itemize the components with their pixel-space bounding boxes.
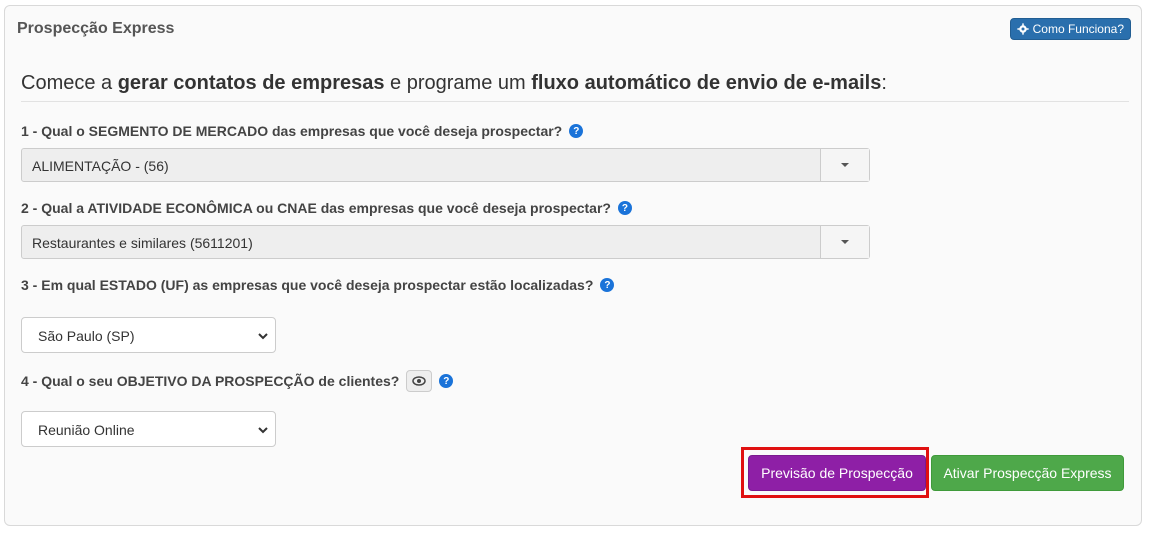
- question-3: 3 - Em qual ESTADO (UF) as empresas que …: [21, 277, 615, 293]
- segmento-combobox[interactable]: ALIMENTAÇÃO - (56): [21, 148, 870, 182]
- question-circle-icon[interactable]: ?: [617, 201, 632, 215]
- question-1-label: 1 - Qual o SEGMENTO DE MERCADO das empre…: [21, 123, 563, 139]
- question-2: 2 - Qual a ATIVIDADE ECONÔMICA ou CNAE d…: [21, 200, 632, 216]
- question-1: 1 - Qual o SEGMENTO DE MERCADO das empre…: [21, 123, 584, 139]
- ativar-prospeccao-button[interactable]: Ativar Prospecção Express: [931, 455, 1124, 491]
- question-3-label: 3 - Em qual ESTADO (UF) as empresas que …: [21, 277, 594, 293]
- previsao-prospeccao-button[interactable]: Previsão de Prospecção: [748, 455, 926, 491]
- atividade-dropdown-toggle[interactable]: [820, 226, 869, 258]
- intro-bold1: gerar contatos de empresas: [117, 72, 385, 94]
- eye-icon: [412, 376, 427, 386]
- panel-title: Prospecção Express: [17, 20, 175, 37]
- intro-part2: e programe um: [384, 72, 532, 94]
- caret-down-icon: [841, 240, 849, 244]
- gear-icon: [1016, 23, 1029, 35]
- intro-bold2: fluxo automático de envio de e-mails: [531, 72, 882, 94]
- chevron-down-icon: [258, 427, 268, 434]
- como-funciona-button[interactable]: Como Funciona?: [1009, 18, 1131, 40]
- objetivo-select[interactable]: Reunião Online: [21, 411, 276, 447]
- question-4-label: 4 - Qual o seu OBJETIVO DA PROSPECÇÃO de…: [21, 373, 400, 389]
- intro-part3: :: [881, 72, 887, 94]
- caret-down-icon: [841, 163, 849, 167]
- eye-preview-button[interactable]: [406, 370, 433, 392]
- estado-value: São Paulo (SP): [38, 328, 135, 344]
- atividade-value: Restaurantes e similares (5611201): [32, 235, 253, 251]
- question-4: 4 - Qual o seu OBJETIVO DA PROSPECÇÃO de…: [21, 370, 454, 392]
- question-circle-icon[interactable]: ?: [569, 124, 584, 138]
- intro-part1: Comece a: [21, 72, 118, 94]
- question-circle-icon[interactable]: ?: [439, 374, 454, 388]
- prospeccao-panel: Prospecção Express Como Funciona? Comece…: [4, 5, 1142, 526]
- question-2-label: 2 - Qual a ATIVIDADE ECONÔMICA ou CNAE d…: [21, 200, 611, 216]
- objetivo-value: Reunião Online: [38, 422, 135, 438]
- segmento-dropdown-toggle[interactable]: [820, 149, 869, 181]
- intro-text: Comece a gerar contatos de empresas e pr…: [21, 72, 1129, 102]
- atividade-combobox[interactable]: Restaurantes e similares (5611201): [21, 225, 870, 259]
- question-circle-icon[interactable]: ?: [600, 278, 615, 292]
- estado-select[interactable]: São Paulo (SP): [21, 317, 276, 353]
- chevron-down-icon: [258, 333, 268, 340]
- como-funciona-label: Como Funciona?: [1032, 22, 1124, 36]
- segmento-value: ALIMENTAÇÃO - (56): [32, 158, 169, 174]
